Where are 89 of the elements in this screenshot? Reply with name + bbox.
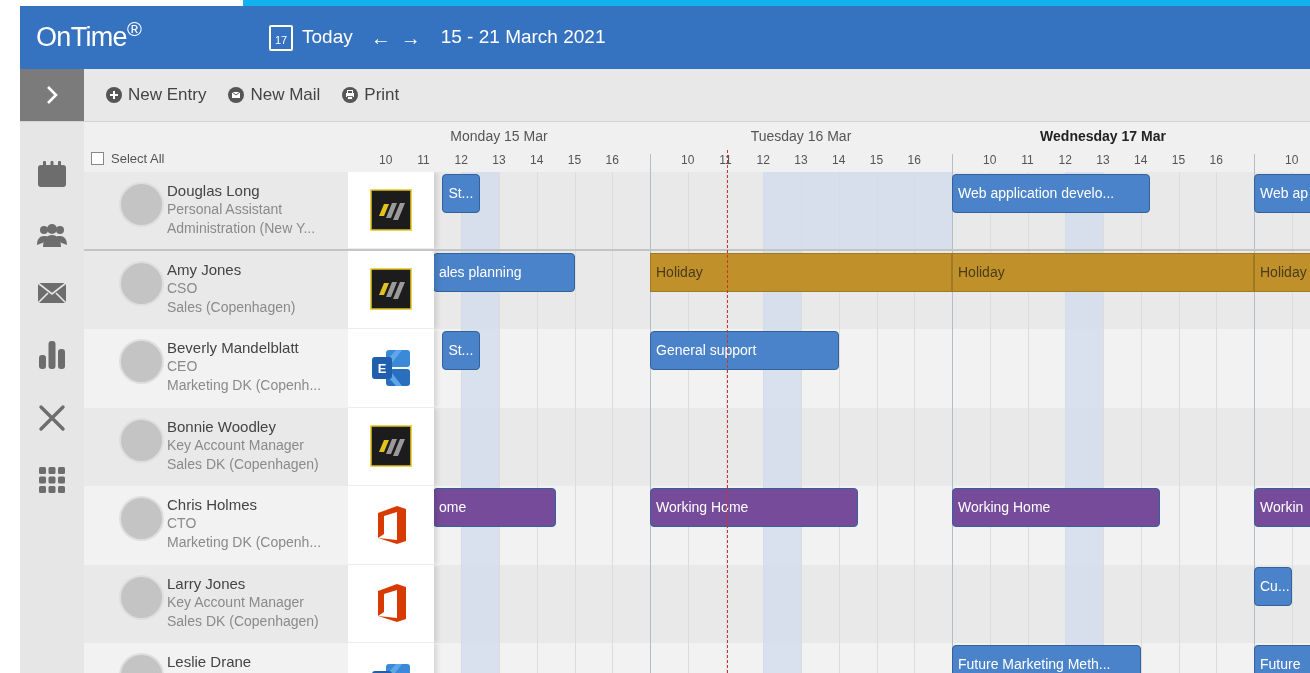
bar-chart-icon[interactable] xyxy=(38,339,66,369)
absence-bar[interactable]: Holiday xyxy=(1254,252,1310,292)
hour-label: 15 xyxy=(567,152,582,169)
person-department: Administration (New Y... xyxy=(167,219,316,238)
slanted-bars-icon xyxy=(370,268,412,311)
absence-bar[interactable]: Holiday xyxy=(650,252,952,292)
slanted-bars-icon xyxy=(370,188,412,231)
person-name: Larry Jones xyxy=(167,573,247,593)
person-name: Beverly Mandelblatt xyxy=(167,338,300,357)
person-department: Marketing DK (Copenh... xyxy=(167,376,322,395)
person-name: Amy Jones xyxy=(167,259,243,279)
hour-label: 15 xyxy=(1171,152,1186,169)
hour-label: 15 xyxy=(869,152,884,169)
hour-label: 11 xyxy=(1021,152,1034,169)
slanted-bars-icon xyxy=(370,425,412,468)
avatar xyxy=(119,417,164,463)
person-department: Sales DK (Copenhagen) xyxy=(167,454,319,474)
avatar xyxy=(119,574,164,620)
calendar-event[interactable]: Web application develo... xyxy=(952,174,1151,213)
person-title: Key Account Manager xyxy=(167,592,305,612)
calendar-event[interactable]: General support xyxy=(650,331,839,370)
hour-label: 10 xyxy=(379,152,393,169)
hour-label: 10 xyxy=(1285,152,1299,169)
new-entry-button[interactable]: New Entry xyxy=(106,82,207,108)
person-title: Key Account Manager xyxy=(167,435,305,455)
hour-label: 14 xyxy=(832,152,846,169)
day-heading[interactable]: Wednesday 17 Mar xyxy=(1040,126,1166,147)
hour-label: 12 xyxy=(1058,152,1072,169)
tools-icon[interactable] xyxy=(38,404,66,432)
new-mail-button[interactable]: New Mail xyxy=(228,82,321,108)
calendar-event[interactable]: Future xyxy=(1254,645,1310,673)
hour-label: 10 xyxy=(983,152,997,169)
person-title: CEO xyxy=(167,357,199,376)
avatar xyxy=(119,260,164,306)
person-department: Sales (Copenhagen) xyxy=(167,297,296,317)
person-department: Sales DK (Copenhagen) xyxy=(167,611,319,631)
person-title: CSO xyxy=(167,278,199,298)
calendar-icon[interactable] xyxy=(37,160,67,188)
hour-label: 16 xyxy=(605,152,619,169)
plus-icon xyxy=(106,87,122,103)
hour-label: 10 xyxy=(681,152,695,169)
calendar-event[interactable]: ales planning xyxy=(432,252,575,292)
person-name: Bonnie Woodley xyxy=(167,416,277,436)
print-button[interactable]: Print xyxy=(342,82,400,108)
today-button[interactable]: Today xyxy=(302,23,353,52)
hour-label: 13 xyxy=(492,152,506,169)
person-title: Personal Assistant xyxy=(167,200,284,219)
mail-icon xyxy=(228,87,245,103)
day-heading[interactable]: Tuesday 16 Mar xyxy=(750,126,852,147)
calendar-event[interactable]: St... xyxy=(442,174,481,213)
select-all-checkbox[interactable]: Select All xyxy=(91,148,165,168)
avatar xyxy=(119,496,164,541)
person-name: Chris Holmes xyxy=(167,495,258,514)
hour-label: 12 xyxy=(756,152,770,169)
calendar-event[interactable]: Web ap xyxy=(1254,174,1310,213)
next-week-button[interactable]: → xyxy=(400,22,421,53)
hour-label: 14 xyxy=(530,152,544,169)
app-logo: OnTime$^{®}$ xyxy=(35,17,143,55)
calendar-date-icon: 17 xyxy=(269,24,293,51)
calendar-event[interactable]: ome xyxy=(432,488,556,527)
people-icon[interactable] xyxy=(36,223,68,247)
previous-week-button[interactable]: ← xyxy=(370,22,391,53)
person-title: CTO xyxy=(167,514,198,533)
hour-label: 11 xyxy=(719,152,732,169)
hour-label: 16 xyxy=(1209,152,1223,169)
date-range: 15 - 21 March 2021 xyxy=(440,25,606,50)
calendar-event[interactable]: Cu... xyxy=(1254,566,1292,606)
hour-label: 12 xyxy=(454,152,468,169)
calendar-event[interactable]: St... xyxy=(442,331,481,370)
avatar xyxy=(119,339,164,384)
hour-label: 11 xyxy=(417,152,430,169)
printer-icon xyxy=(342,87,359,103)
calendar-event[interactable]: Working Home xyxy=(952,488,1160,527)
avatar xyxy=(119,182,164,227)
absence-bar[interactable]: Holiday xyxy=(952,252,1254,292)
person-name: Douglas Long xyxy=(167,181,261,200)
mail-icon[interactable] xyxy=(37,282,67,304)
apps-grid-icon[interactable] xyxy=(39,467,65,493)
person-department: Marketing DK (Copenh... xyxy=(167,533,322,552)
hour-label: 13 xyxy=(1096,152,1110,169)
chevron-right-icon xyxy=(45,84,59,106)
hour-label: 16 xyxy=(907,152,921,169)
hour-label: 14 xyxy=(1134,152,1148,169)
calendar-event[interactable]: Working Home xyxy=(650,488,858,527)
calendar-event[interactable]: Workin xyxy=(1254,488,1310,527)
calendar-event[interactable]: Future Marketing Meth... xyxy=(952,645,1141,673)
person-name: Leslie Drane xyxy=(167,652,252,671)
hour-label: 13 xyxy=(794,152,808,169)
day-heading[interactable]: Monday 15 Mar xyxy=(450,126,548,147)
